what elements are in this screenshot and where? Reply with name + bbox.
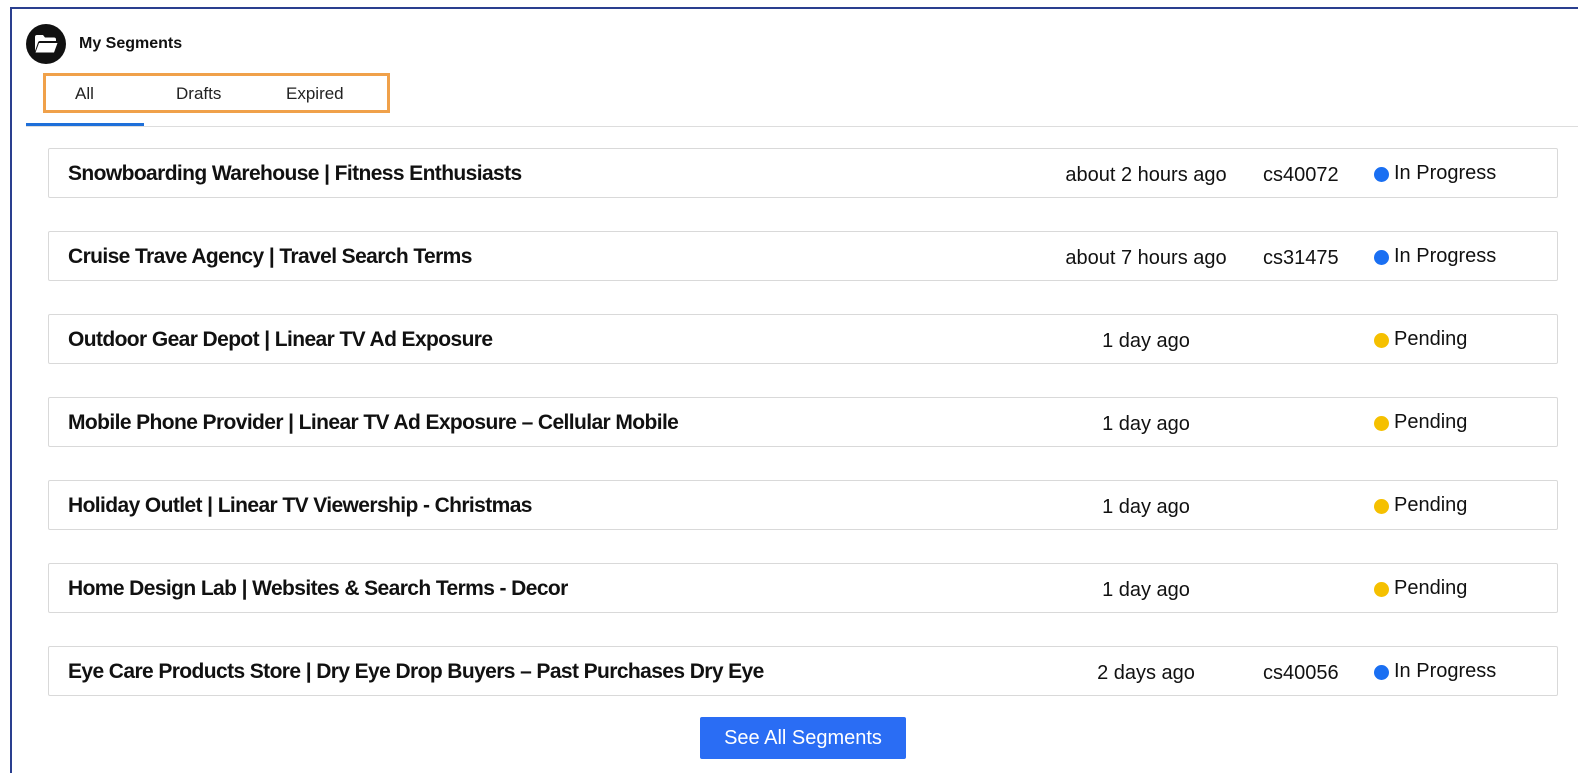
status-dot-icon xyxy=(1374,582,1389,597)
segment-row[interactable]: Eye Care Products Store | Dry Eye Drop B… xyxy=(48,646,1558,696)
status-label: Pending xyxy=(1394,411,1468,433)
segment-title: Cruise Trave Agency | Travel Search Term… xyxy=(68,245,472,268)
segment-code: cs40072 xyxy=(1263,164,1339,186)
status-badge: Pending xyxy=(1374,411,1467,434)
segment-list: Snowboarding Warehouse | Fitness Enthusi… xyxy=(48,148,1558,729)
tab-all[interactable]: All xyxy=(75,84,94,104)
status-dot-icon xyxy=(1374,167,1389,182)
segment-title: Holiday Outlet | Linear TV Viewership - … xyxy=(68,494,532,517)
status-dot-icon xyxy=(1374,416,1389,431)
status-label: Pending xyxy=(1394,577,1468,599)
segment-timestamp: about 7 hours ago xyxy=(1065,247,1227,269)
status-dot-icon xyxy=(1374,333,1389,348)
status-label: In Progress xyxy=(1394,245,1497,267)
segment-timestamp: 1 day ago xyxy=(1102,496,1190,518)
segment-timestamp: 1 day ago xyxy=(1102,330,1190,352)
segment-row[interactable]: Outdoor Gear Depot | Linear TV Ad Exposu… xyxy=(48,314,1558,364)
status-dot-icon xyxy=(1374,499,1389,514)
segment-row[interactable]: Cruise Trave Agency | Travel Search Term… xyxy=(48,231,1558,281)
status-badge: Pending xyxy=(1374,328,1467,351)
segment-title: Mobile Phone Provider | Linear TV Ad Exp… xyxy=(68,411,679,434)
panel-header: My Segments xyxy=(26,24,182,64)
segment-timestamp: 1 day ago xyxy=(1102,413,1190,435)
segment-title: Home Design Lab | Websites & Search Term… xyxy=(68,577,568,600)
folder-open-icon xyxy=(26,24,66,64)
segment-timestamp: about 2 hours ago xyxy=(1065,164,1227,186)
status-dot-icon xyxy=(1374,665,1389,680)
status-badge: Pending xyxy=(1374,577,1467,600)
segment-timestamp: 2 days ago xyxy=(1097,662,1195,684)
segment-row[interactable]: Mobile Phone Provider | Linear TV Ad Exp… xyxy=(48,397,1558,447)
status-badge: In Progress xyxy=(1374,245,1496,268)
tabs-divider xyxy=(26,126,1578,127)
status-label: Pending xyxy=(1394,328,1468,350)
segment-title: Eye Care Products Store | Dry Eye Drop B… xyxy=(68,660,764,683)
segment-row[interactable]: Home Design Lab | Websites & Search Term… xyxy=(48,563,1558,613)
segment-title: Snowboarding Warehouse | Fitness Enthusi… xyxy=(68,162,522,185)
segment-row[interactable]: Holiday Outlet | Linear TV Viewership - … xyxy=(48,480,1558,530)
status-label: In Progress xyxy=(1394,162,1497,184)
status-label: Pending xyxy=(1394,494,1468,516)
tab-expired[interactable]: Expired xyxy=(286,84,344,104)
tab-drafts[interactable]: Drafts xyxy=(176,84,221,104)
status-badge: Pending xyxy=(1374,494,1467,517)
segment-row[interactable]: Snowboarding Warehouse | Fitness Enthusi… xyxy=(48,148,1558,198)
status-dot-icon xyxy=(1374,250,1389,265)
segment-code: cs40056 xyxy=(1263,662,1339,684)
status-badge: In Progress xyxy=(1374,660,1496,683)
page-title: My Segments xyxy=(79,35,183,52)
segment-code: cs31475 xyxy=(1263,247,1339,269)
status-badge: In Progress xyxy=(1374,162,1496,185)
segment-title: Outdoor Gear Depot | Linear TV Ad Exposu… xyxy=(68,328,493,351)
see-all-segments-button[interactable]: See All Segments xyxy=(700,717,906,759)
segment-timestamp: 1 day ago xyxy=(1102,579,1190,601)
status-label: In Progress xyxy=(1394,660,1497,682)
